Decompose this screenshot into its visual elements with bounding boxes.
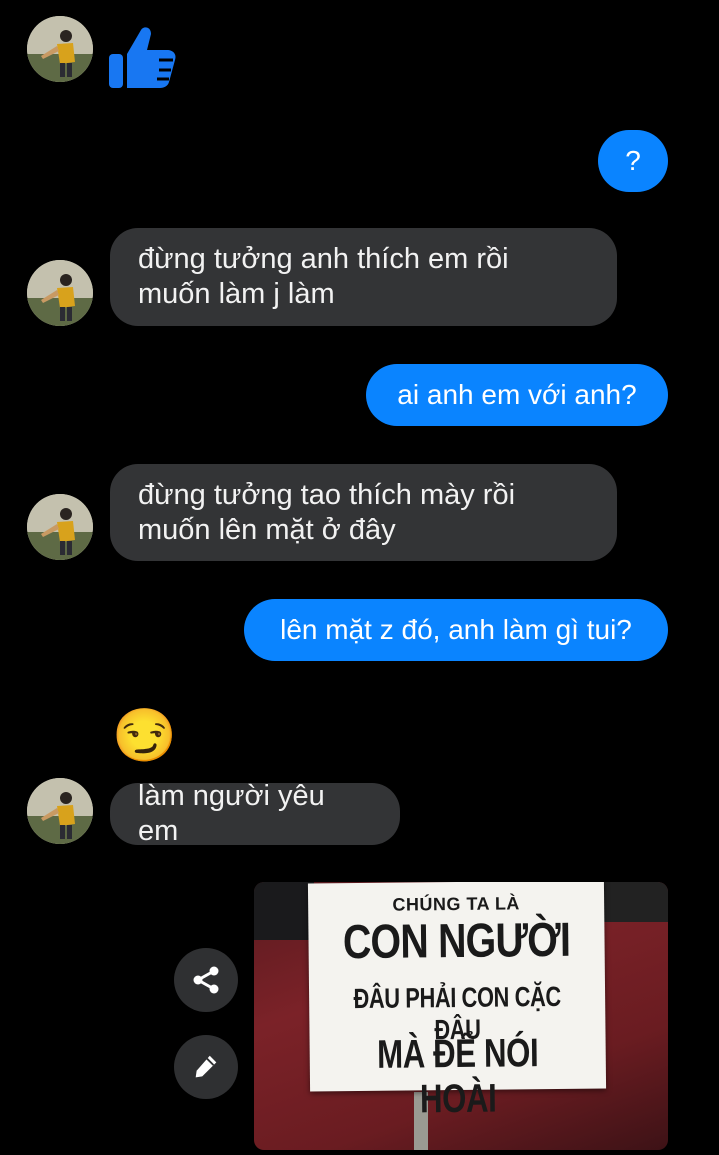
share-icon [193,966,219,994]
message-text: lên mặt z đó, anh làm gì tui? [280,614,632,645]
keyboard-left [254,882,314,940]
message-text: ai anh em với anh? [397,379,637,410]
contact-avatar[interactable] [27,16,93,82]
message-line: đừng tưởng anh thích em rồi [138,243,509,275]
thumbs-up-icon [107,24,177,90]
edit-button[interactable] [174,1035,238,1099]
outgoing-message[interactable]: ai anh em với anh? [366,364,668,426]
message-text: làm người yêu em [138,780,325,847]
image-message[interactable]: CHÚNG TA LÀ CON NGƯỜI ĐÂU PHẢI CON CẶC Đ… [254,882,668,1150]
smirk-emoji[interactable]: 😏 [112,705,177,767]
outgoing-message[interactable]: lên mặt z đó, anh làm gì tui? [244,599,668,661]
message-line: đừng tưởng tao thích mày rồi [138,479,516,511]
outgoing-message[interactable]: ? [598,130,668,192]
incoming-message[interactable]: đừng tưởng anh thích em rồi muốn làm j l… [110,228,617,326]
share-button[interactable] [174,948,238,1012]
message-text: ? [625,145,641,176]
sign-line: CON NGƯỜI [342,913,571,970]
message-line: muốn lên mặt ở đây [138,514,396,546]
sign-card: CHÚNG TA LÀ CON NGƯỜI ĐÂU PHẢI CON CẶC Đ… [307,882,607,1121]
sign-line: MÀ ĐỂ NÓI HOÀI [376,1031,539,1122]
contact-avatar[interactable] [27,260,93,326]
message-line: muốn làm j làm [138,278,335,310]
contact-avatar[interactable] [27,778,93,844]
contact-avatar[interactable] [27,494,93,560]
incoming-message[interactable]: làm người yêu em [110,780,400,847]
pencil-icon [195,1055,217,1078]
incoming-message[interactable]: đừng tưởng tao thích mày rồi muốn lên mặ… [110,464,617,561]
